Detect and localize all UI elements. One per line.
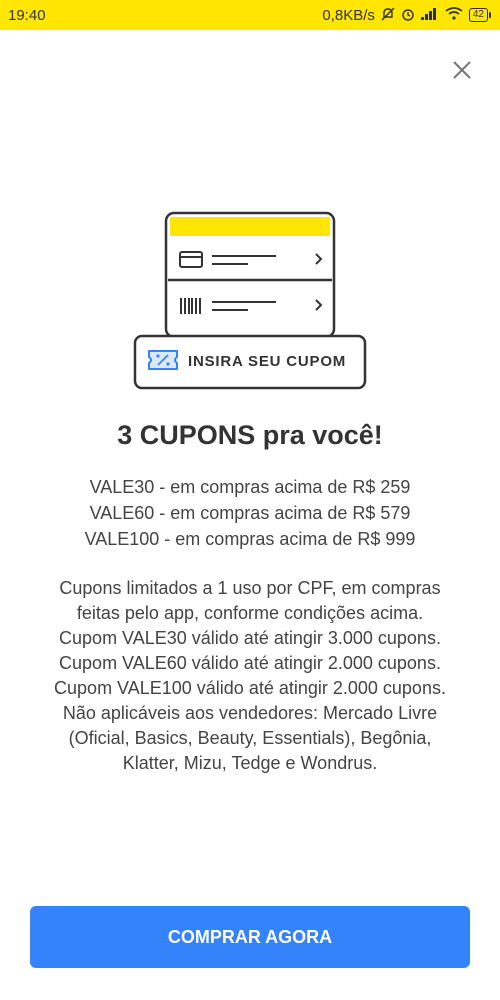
terms-text: Cupons limitados a 1 uso por CPF, em com… <box>20 576 480 776</box>
buy-now-button[interactable]: COMPRAR AGORA <box>30 906 470 968</box>
status-icons: 0,8KB/s 42 <box>322 6 492 24</box>
terms-line: feitas pelo app, conforme condições acim… <box>76 603 424 623</box>
status-bar: 19:40 0,8KB/s 42 <box>0 0 500 30</box>
signal-icon <box>420 7 439 23</box>
coupon-ticket-icon <box>148 350 178 370</box>
coupon-list: VALE30 - em compras acima de R$ 259 VALE… <box>0 474 500 552</box>
terms-line: Cupom VALE100 válido até atingir 2.000 c… <box>54 678 446 698</box>
coupon-item: VALE30 - em compras acima de R$ 259 <box>89 477 411 497</box>
card-header-bar <box>170 217 330 236</box>
close-icon <box>453 61 471 79</box>
terms-line: Cupons limitados a 1 uso por CPF, em com… <box>59 578 441 598</box>
status-time: 19:40 <box>8 6 46 24</box>
coupon-item: VALE60 - em compras acima de R$ 579 <box>89 503 411 523</box>
page-title: 3 CUPONS pra você! <box>117 420 383 450</box>
alarm-icon <box>401 7 415 24</box>
terms-line: Não aplicáveis aos vendedores: Mercado L… <box>62 703 438 723</box>
network-speed: 0,8KB/s <box>322 6 375 24</box>
terms-line: Cupom VALE30 válido até atingir 3.000 cu… <box>59 628 441 648</box>
close-button[interactable] <box>448 56 476 84</box>
terms-line: Cupom VALE60 válido até atingir 2.000 cu… <box>59 653 441 673</box>
terms-line: (Oficial, Basics, Beauty, Essentials), B… <box>68 728 432 748</box>
coupon-box-label: INSIRA SEU CUPOM <box>188 353 346 370</box>
battery-icon: 42 <box>468 8 492 22</box>
mute-icon <box>381 7 395 24</box>
wifi-icon <box>445 7 463 23</box>
coupon-item: VALE100 - em compras acima de R$ 999 <box>84 529 416 549</box>
terms-line: Klatter, Mizu, Tedge e Wondrus. <box>122 753 378 773</box>
coupon-illustration: INSIRA SEU CUPOM <box>0 200 500 400</box>
